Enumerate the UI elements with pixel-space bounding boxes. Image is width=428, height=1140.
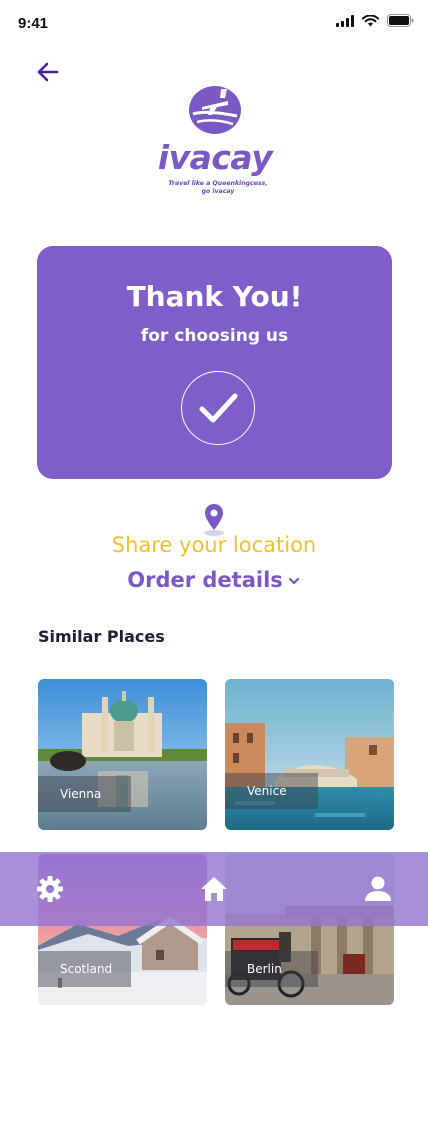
share-location-link[interactable]: Share your location: [0, 533, 428, 557]
status-time: 9:41: [18, 15, 49, 32]
battery-icon: [387, 14, 414, 27]
place-label: Vienna: [38, 776, 131, 812]
chevron-down-icon: [288, 577, 299, 585]
order-details-label: Order details: [127, 568, 283, 592]
location-pin-icon: [204, 504, 224, 536]
nav-profile-button[interactable]: [363, 874, 393, 904]
brand-tagline: Travel like a Queenkingcess, go ivacay: [158, 180, 278, 196]
nav-home-button[interactable]: [199, 874, 229, 904]
status-icons: [336, 14, 414, 27]
wifi-icon: [362, 14, 379, 26]
arrow-left-icon: [37, 62, 59, 82]
confirmation-card: Thank You! for choosing us: [37, 246, 392, 479]
order-details-toggle[interactable]: Order details: [0, 568, 428, 592]
brand-name: ivacay: [157, 138, 273, 177]
home-icon: [201, 877, 227, 901]
place-card-vienna[interactable]: Vienna: [38, 679, 207, 830]
status-bar: 9:41: [0, 0, 428, 48]
check-icon: [199, 393, 237, 422]
back-button[interactable]: [34, 58, 62, 86]
place-card-venice[interactable]: Venice: [225, 679, 394, 830]
plane-globe-icon: [189, 86, 241, 134]
brand-logo: ivacay Travel like a Queenkingcess, go i…: [150, 84, 280, 202]
place-label: Scotland: [38, 951, 131, 987]
confirmation-subtitle: for choosing us: [140, 326, 289, 346]
place-label: Berlin: [225, 951, 318, 987]
nav-settings-button[interactable]: [35, 874, 65, 904]
similar-places-title: Similar Places: [38, 627, 165, 646]
brand-tagline-line-1: Travel like a Queenkingcess,: [168, 180, 268, 187]
user-icon: [365, 876, 391, 901]
brand-tagline-line-2: go ivacay: [201, 188, 235, 195]
signal-icon: [336, 14, 354, 27]
bottom-navigation: [0, 852, 428, 926]
place-label: Venice: [225, 773, 318, 809]
check-circle: [181, 371, 255, 445]
confirmation-title: Thank You!: [126, 280, 303, 313]
gear-icon: [37, 876, 63, 902]
